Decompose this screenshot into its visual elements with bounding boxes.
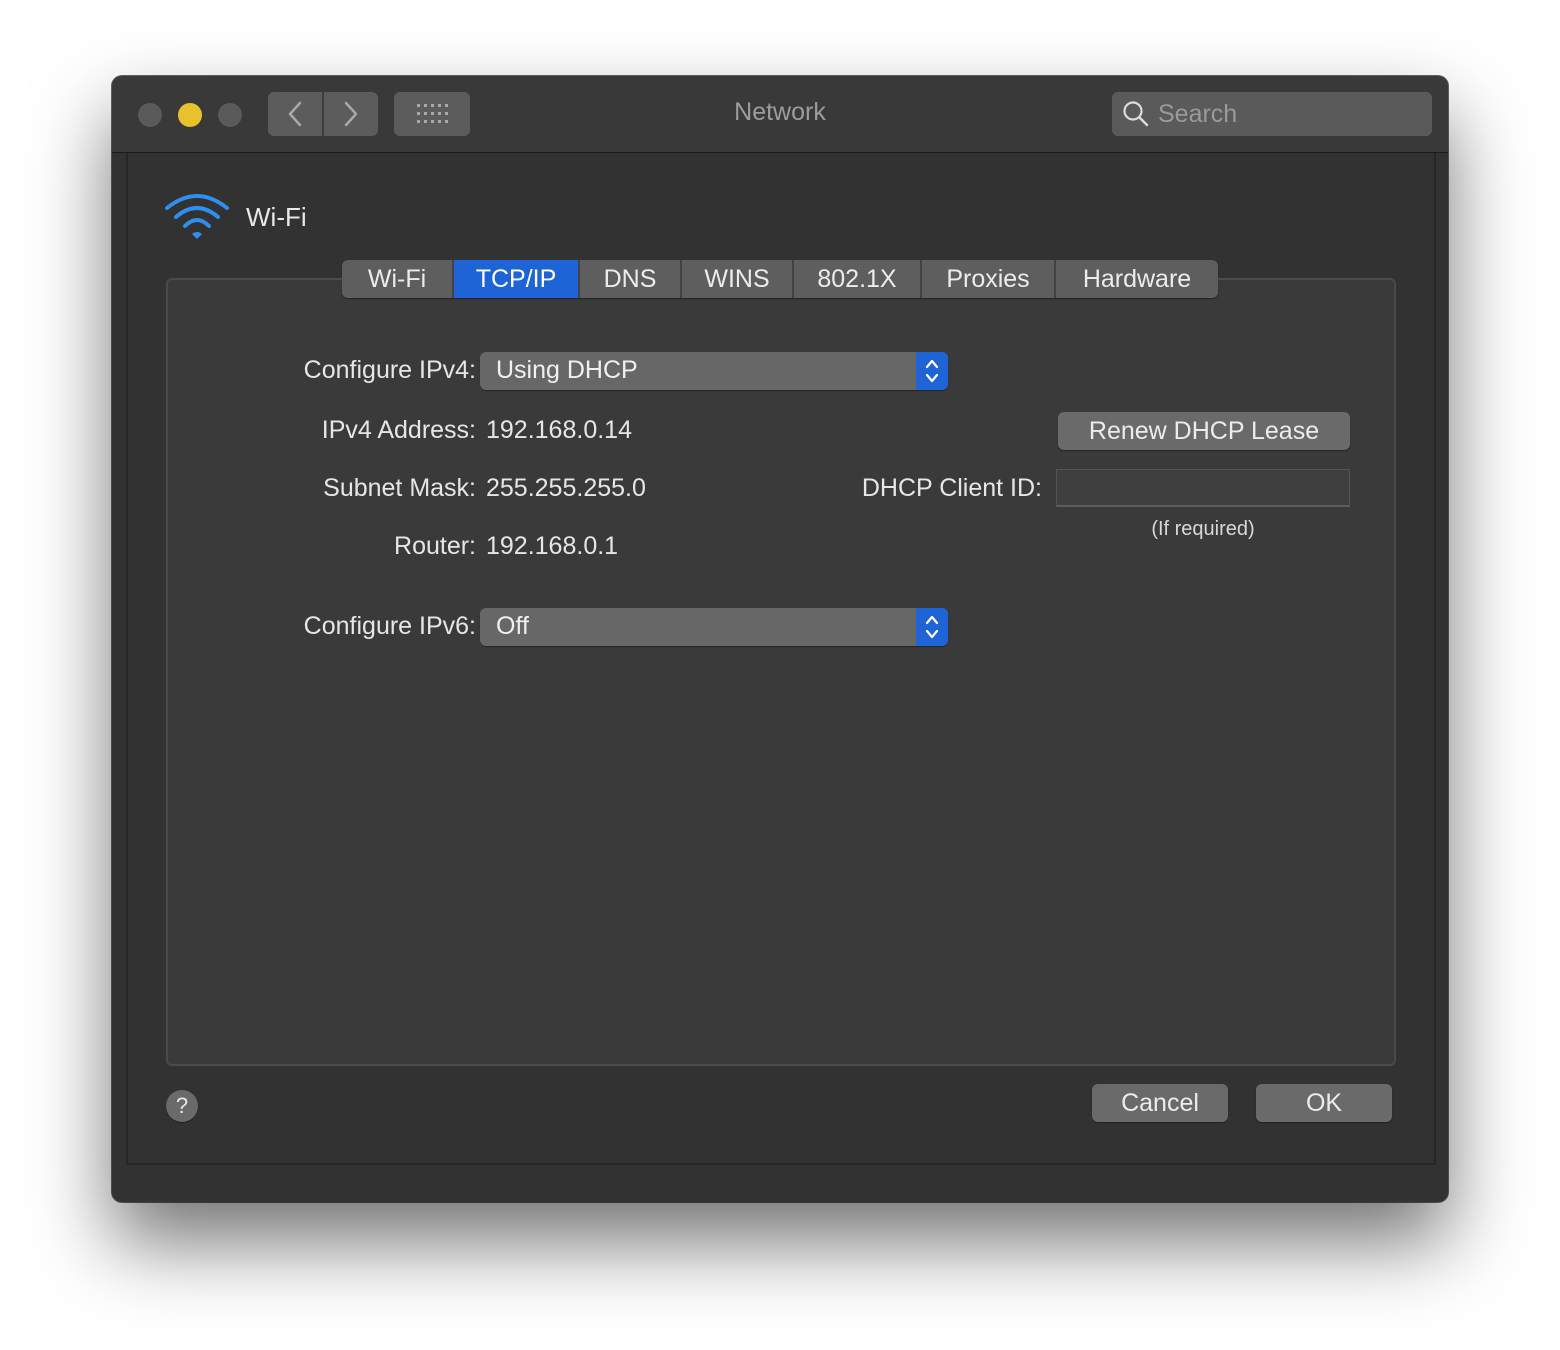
tab-tcpip[interactable]: TCP/IP bbox=[454, 260, 580, 298]
dhcp-client-id-label: DHCP Client ID: bbox=[861, 474, 1042, 502]
dhcp-client-id-field[interactable] bbox=[1056, 469, 1350, 507]
updown-chevron-icon bbox=[925, 359, 939, 383]
configure-ipv4-label: Configure IPv4: bbox=[303, 356, 476, 384]
titlebar: Network Search bbox=[112, 76, 1448, 153]
wifi-icon bbox=[165, 194, 229, 239]
search-placeholder: Search bbox=[1158, 99, 1238, 128]
cancel-button[interactable]: Cancel bbox=[1092, 1084, 1228, 1122]
configure-ipv4-value: Using DHCP bbox=[496, 356, 638, 384]
configure-ipv6-popup[interactable]: Off bbox=[480, 608, 948, 646]
tab-bar: Wi-Fi TCP/IP DNS WINS 802.1X Proxies Har… bbox=[342, 260, 1218, 298]
configure-ipv4-popup[interactable]: Using DHCP bbox=[480, 352, 948, 390]
search-field[interactable]: Search bbox=[1112, 92, 1432, 136]
interface-header: Wi-Fi bbox=[164, 192, 307, 242]
configure-ipv6-value: Off bbox=[496, 612, 529, 640]
tab-wins[interactable]: WINS bbox=[682, 260, 794, 298]
ok-button[interactable]: OK bbox=[1256, 1084, 1392, 1122]
tab-panel bbox=[166, 278, 1396, 1066]
ipv4-address-label: IPv4 Address: bbox=[321, 416, 476, 444]
router-label: Router: bbox=[394, 532, 476, 560]
subnet-mask-label: Subnet Mask: bbox=[323, 474, 476, 502]
dhcp-client-id-hint: (If required) bbox=[1151, 518, 1255, 540]
tab-hardware[interactable]: Hardware bbox=[1056, 260, 1218, 298]
tab-wifi[interactable]: Wi-Fi bbox=[342, 260, 454, 298]
router-value: 192.168.0.1 bbox=[486, 532, 619, 560]
configure-ipv6-label: Configure IPv6: bbox=[303, 612, 476, 640]
popup-stepper bbox=[916, 608, 948, 646]
updown-chevron-icon bbox=[925, 615, 939, 639]
renew-dhcp-lease-button[interactable]: Renew DHCP Lease bbox=[1058, 412, 1350, 450]
tab-proxies[interactable]: Proxies bbox=[922, 260, 1056, 298]
search-icon bbox=[1123, 101, 1149, 127]
interface-name: Wi-Fi bbox=[246, 201, 307, 232]
popup-stepper bbox=[916, 352, 948, 390]
help-button[interactable]: ? bbox=[166, 1090, 198, 1122]
network-preferences-window: Network Search Wi-Fi Wi-Fi TCP/IP DNS WI… bbox=[112, 76, 1448, 1202]
ipv4-address-value: 192.168.0.14 bbox=[486, 416, 632, 444]
subnet-mask-value: 255.255.255.0 bbox=[486, 474, 646, 502]
tab-dns[interactable]: DNS bbox=[580, 260, 682, 298]
tab-8021x[interactable]: 802.1X bbox=[794, 260, 922, 298]
